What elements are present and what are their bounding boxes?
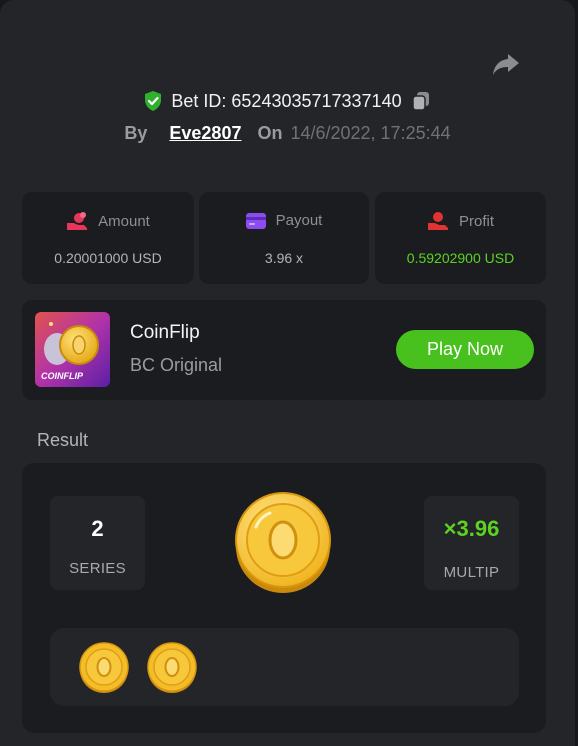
verified-shield-icon: [145, 91, 162, 111]
wallet-card-icon: [245, 212, 266, 229]
username-link[interactable]: Eve2807: [169, 123, 241, 144]
svg-text:COINFLIP: COINFLIP: [41, 371, 84, 381]
amount-value: 0.20001000 USD: [54, 250, 162, 266]
play-now-button[interactable]: Play Now: [396, 330, 534, 369]
game-card: COINFLIP CoinFlip BC Original Play Now: [22, 300, 546, 400]
by-label: By: [124, 123, 148, 143]
multiplier-box: ×3.96 MULTIP: [424, 496, 519, 590]
profit-label: Profit: [458, 212, 494, 230]
coinflip-thumbnail[interactable]: COINFLIP: [35, 312, 110, 387]
on-label: On: [257, 123, 283, 143]
bet-id-text: Bet ID: 65243035717337140: [171, 90, 402, 111]
payout-card: Payout 3.96 x: [199, 192, 369, 284]
gold-coin-icon: [235, 492, 331, 593]
bet-timestamp: 14/6/2022, 17:25:44: [290, 123, 451, 143]
series-box: 2 SERIES: [50, 496, 145, 590]
result-heading: Result: [37, 430, 89, 450]
result-panel: 2 SERIES ×3.96 MULTIP: [22, 463, 546, 733]
copy-icon[interactable]: [410, 90, 432, 112]
share-icon[interactable]: [492, 52, 520, 78]
coins-hand-icon: [67, 212, 88, 230]
bet-id-row: Bet ID: 65243035717337140: [0, 90, 575, 112]
profit-card: Profit 0.59202900 USD: [375, 192, 546, 284]
series-label: SERIES: [69, 560, 126, 577]
bet-detail-panel: Bet ID: 65243035717337140 By Eve2807 On …: [0, 0, 575, 746]
bet-meta-row: By Eve2807 On 14/6/2022, 17:25:44: [0, 123, 575, 144]
multiplier-label: MULTIP: [443, 564, 500, 581]
gold-coin-icon: [147, 642, 197, 693]
profit-hand-icon: [427, 212, 448, 230]
gold-coin-icon: [79, 642, 129, 693]
game-provider: BC Original: [130, 355, 223, 375]
game-name: CoinFlip: [130, 322, 200, 343]
series-value: 2: [91, 516, 104, 541]
amount-label: Amount: [98, 212, 150, 230]
payout-label: Payout: [275, 212, 323, 229]
payout-value: 3.96 x: [264, 250, 304, 266]
flip-history: [50, 628, 519, 706]
amount-card: Amount 0.20001000 USD: [22, 192, 194, 284]
multiplier-value: ×3.96: [443, 516, 500, 541]
profit-value: 0.59202900 USD: [406, 250, 515, 266]
